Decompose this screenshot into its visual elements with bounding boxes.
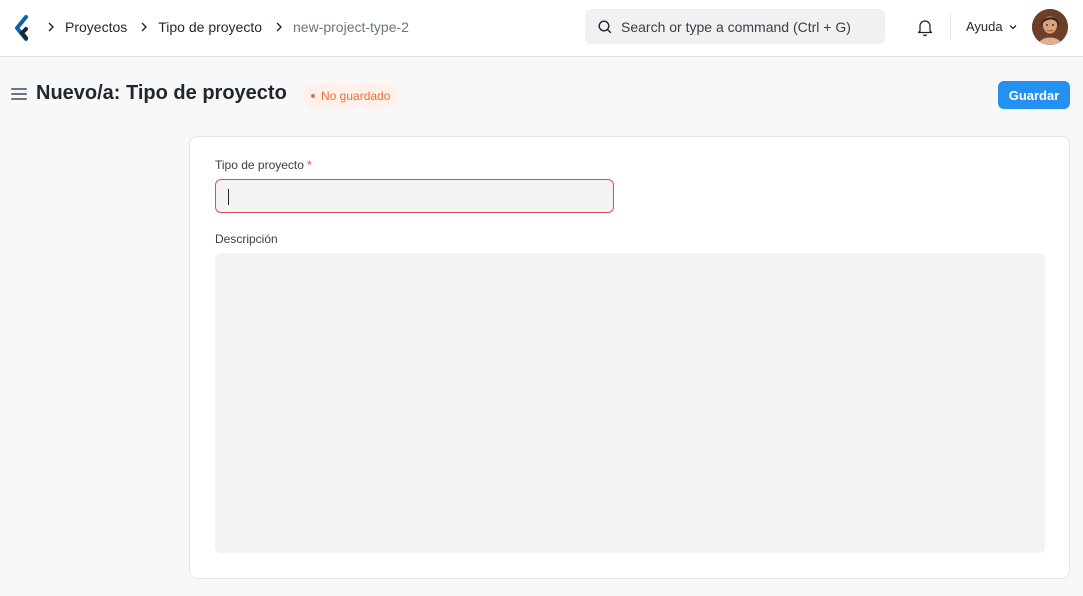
description-textarea[interactable] xyxy=(215,253,1045,553)
breadcrumb: Proyectos Tipo de proyecto new-project-t… xyxy=(46,0,421,54)
chevron-right-icon xyxy=(46,22,56,32)
avatar[interactable] xyxy=(1032,9,1068,45)
page-title: Nuevo/a: Tipo de proyecto xyxy=(36,82,287,104)
chevron-down-icon xyxy=(1009,24,1017,29)
status-text: No guardado xyxy=(321,89,391,103)
chevron-right-icon xyxy=(274,22,284,32)
logo-icon[interactable] xyxy=(14,15,30,41)
breadcrumb-current: new-project-type-2 xyxy=(293,19,409,35)
description-label: Descripción xyxy=(215,232,278,246)
form-card: Tipo de proyecto * Descripción xyxy=(189,136,1070,579)
project-type-input[interactable] xyxy=(215,179,614,213)
search-bar[interactable]: Search or type a command (Ctrl + G) xyxy=(585,9,885,44)
breadcrumb-project-type[interactable]: Tipo de proyecto xyxy=(158,19,262,35)
navbar-divider xyxy=(950,14,951,40)
text-cursor xyxy=(228,189,229,205)
save-button[interactable]: Guardar xyxy=(998,81,1070,109)
chevron-right-icon xyxy=(139,22,149,32)
help-dropdown[interactable]: Ayuda xyxy=(966,19,1018,34)
required-mark: * xyxy=(306,158,312,172)
project-type-label-text: Tipo de proyecto xyxy=(215,158,304,172)
hamburger-icon[interactable] xyxy=(11,88,27,102)
status-dot-icon xyxy=(311,94,315,98)
project-type-label: Tipo de proyecto * xyxy=(215,158,312,172)
help-label: Ayuda xyxy=(966,19,1003,34)
bell-icon[interactable] xyxy=(915,17,935,37)
navbar: Proyectos Tipo de proyecto new-project-t… xyxy=(0,0,1083,57)
search-placeholder: Search or type a command (Ctrl + G) xyxy=(621,18,851,35)
status-badge: No guardado xyxy=(303,84,400,108)
search-icon xyxy=(598,19,612,33)
breadcrumb-projects[interactable]: Proyectos xyxy=(65,19,127,35)
page-header: Nuevo/a: Tipo de proyecto No guardado Gu… xyxy=(0,58,1083,130)
